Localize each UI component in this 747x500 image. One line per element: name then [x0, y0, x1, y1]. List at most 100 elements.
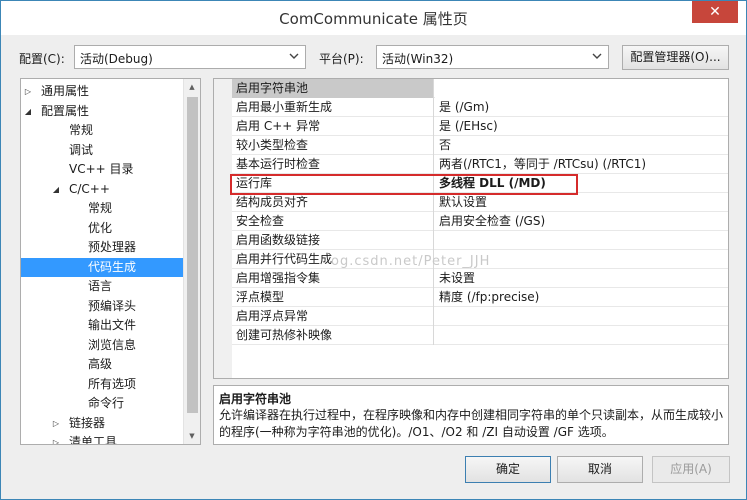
property-value[interactable]: 两者(/RTC1，等同于 /RTCsu) (/RTC1) — [435, 155, 728, 174]
tree-item-label: 通用属性 — [41, 84, 90, 98]
tree-item[interactable]: 常规 — [21, 121, 183, 140]
property-row[interactable]: 基本运行时检查 两者(/RTC1，等同于 /RTCsu) (/RTC1) — [232, 155, 728, 174]
property-row[interactable]: 浮点模型 精度 (/fp:precise) — [232, 288, 728, 307]
apply-button[interactable]: 应用(A) — [652, 456, 730, 483]
property-name: 启用函数级链接 — [232, 231, 434, 250]
tree-item[interactable]: ▷ 清单工具 — [21, 433, 183, 445]
watermark-text: og.csdn.net/Peter_JJH — [331, 254, 491, 269]
platform-label: 平台(P): — [319, 52, 364, 66]
config-select[interactable]: 活动(Debug) — [74, 45, 306, 69]
tree-item-label: 语言 — [88, 279, 113, 293]
property-name: 启用 C++ 异常 — [232, 117, 434, 136]
property-row[interactable]: 启用最小重新生成是 (/Gm) — [232, 98, 728, 117]
tree-item-label: 高级 — [88, 357, 113, 371]
tree-item-label: 所有选项 — [88, 376, 137, 391]
property-name: 较小类型检查 — [232, 136, 434, 155]
property-value[interactable] — [435, 326, 728, 345]
tree-item-label: 配置属性 — [41, 103, 90, 118]
property-row[interactable]: 运行库 多线程 DLL (/MD) — [232, 174, 728, 193]
tree-item-label: 链接器 — [69, 415, 106, 430]
property-value[interactable]: 默认设置 — [435, 193, 728, 212]
description-text: 允许编译器在执行过程中，在程序映像和内存中创建相同字符串的单个只读副本，从而生成… — [219, 408, 724, 439]
tree-item-label: 预处理器 — [88, 240, 137, 254]
property-row[interactable]: 启用增强指令集 未设置 — [232, 269, 728, 288]
platform-select-value: 活动(Win32) — [382, 52, 454, 66]
chevron-down-icon — [592, 53, 602, 59]
property-value[interactable]: 启用安全检查 (/GS) — [435, 212, 728, 231]
property-row[interactable]: 启用浮点异常 — [232, 307, 728, 326]
tree-scrollbar[interactable]: ▲ ▼ — [183, 79, 200, 444]
property-name: 安全检查 — [232, 212, 434, 231]
property-name: 运行库 — [232, 174, 434, 193]
property-value[interactable]: 多线程 DLL (/MD) — [435, 174, 728, 193]
collapse-arrow-icon[interactable]: ◢ — [51, 180, 61, 199]
tree-item[interactable]: 语言 — [21, 277, 183, 296]
ok-button[interactable]: 确定 — [465, 456, 551, 483]
tree-item[interactable]: 高级 — [21, 355, 183, 374]
property-value[interactable] — [435, 307, 728, 326]
expand-arrow-icon[interactable]: ▷ — [51, 433, 61, 444]
property-row[interactable]: 启用函数级链接 — [232, 231, 728, 250]
window-title: ComCommunicate 属性页 — [279, 10, 468, 28]
tree-item[interactable]: 输出文件 — [21, 316, 183, 335]
tree-item-label: 优化 — [88, 220, 113, 235]
tree-item[interactable]: ▷ 链接器 — [21, 414, 183, 433]
tree-item[interactable]: 优化 — [21, 219, 183, 238]
tree-item-label: 输出文件 — [88, 318, 137, 332]
property-row[interactable]: 较小类型检查否 — [232, 136, 728, 155]
expand-arrow-icon[interactable]: ▷ — [51, 414, 61, 433]
title-bar: ComCommunicate 属性页 ✕ — [1, 1, 746, 35]
scroll-down-icon[interactable]: ▼ — [184, 428, 200, 444]
property-value[interactable] — [435, 231, 728, 250]
property-value[interactable]: 是 (/EHsc) — [435, 117, 728, 136]
tree-item[interactable]: ◢ C/C++ — [21, 180, 183, 199]
platform-select[interactable]: 活动(Win32) — [376, 45, 609, 69]
tree-item[interactable]: 预编译头 — [21, 297, 183, 316]
tree-item[interactable]: ◢ 配置属性 — [21, 102, 183, 121]
tree-item-label: 调试 — [69, 142, 94, 157]
tree-item[interactable]: 常规 — [21, 199, 183, 218]
tree-item[interactable]: 浏览信息 — [21, 336, 183, 355]
chevron-down-icon — [289, 53, 299, 59]
tree-item-label: 常规 — [88, 201, 113, 215]
close-button[interactable]: ✕ — [692, 1, 738, 23]
property-name: 结构成员对齐 — [232, 193, 434, 212]
tree-item[interactable]: 代码生成 — [21, 257, 183, 277]
property-row[interactable]: 启用字符串池 — [232, 79, 728, 98]
property-row[interactable]: 创建可热修补映像 — [232, 326, 728, 345]
tree-item-label: 常规 — [69, 123, 94, 137]
tree-item[interactable]: 命令行 — [21, 394, 183, 413]
property-tree: ▷ 通用属性 ◢ 配置属性 常规 调试 VC++ 目录 ◢ C/C++ 常规 优化 预处理器 代码生成语… — [20, 78, 201, 445]
tree-item[interactable]: VC++ 目录 — [21, 160, 183, 179]
scroll-up-icon[interactable]: ▲ — [184, 79, 200, 95]
property-name: 启用增强指令集 — [232, 269, 434, 288]
grid-gutter — [214, 79, 232, 378]
tree-item-label: 清单工具 — [69, 435, 118, 445]
expand-arrow-icon[interactable]: ▷ — [23, 82, 33, 101]
description-panel: 启用字符串池 允许编译器在执行过程中，在程序映像和内存中创建相同字符串的单个只读… — [213, 385, 729, 445]
scrollbar-thumb[interactable] — [187, 97, 198, 413]
tree-item-label: VC++ 目录 — [69, 162, 134, 176]
property-value[interactable]: 否 — [435, 136, 728, 155]
tree-item[interactable]: 预处理器 — [21, 238, 183, 257]
property-value[interactable]: 未设置 — [435, 269, 728, 288]
property-value[interactable]: 是 (/Gm) — [435, 98, 728, 117]
property-row[interactable]: 安全检查 启用安全检查 (/GS) — [232, 212, 728, 231]
tree-item[interactable]: 所有选项 — [21, 375, 183, 394]
configuration-manager-button[interactable]: 配置管理器(O)... — [622, 45, 729, 70]
tree-item-label: 浏览信息 — [88, 337, 137, 352]
collapse-arrow-icon[interactable]: ◢ — [23, 102, 33, 121]
tree-item-label: 代码生成 — [88, 259, 137, 274]
property-name: 启用最小重新生成 — [232, 98, 434, 117]
property-name: 启用字符串池 — [232, 79, 434, 98]
tree-item[interactable]: 调试 — [21, 141, 183, 160]
property-row[interactable]: 结构成员对齐 默认设置 — [232, 193, 728, 212]
tree-item[interactable]: ▷ 通用属性 — [21, 82, 183, 101]
tree-item-label: C/C++ — [69, 181, 110, 196]
property-value[interactable] — [435, 79, 728, 98]
property-value[interactable]: 精度 (/fp:precise) — [435, 288, 728, 307]
property-row[interactable]: 启用 C++ 异常是 (/EHsc) — [232, 117, 728, 136]
description-title: 启用字符串池 — [219, 392, 292, 406]
cancel-button[interactable]: 取消 — [557, 456, 643, 483]
property-name: 基本运行时检查 — [232, 155, 434, 174]
